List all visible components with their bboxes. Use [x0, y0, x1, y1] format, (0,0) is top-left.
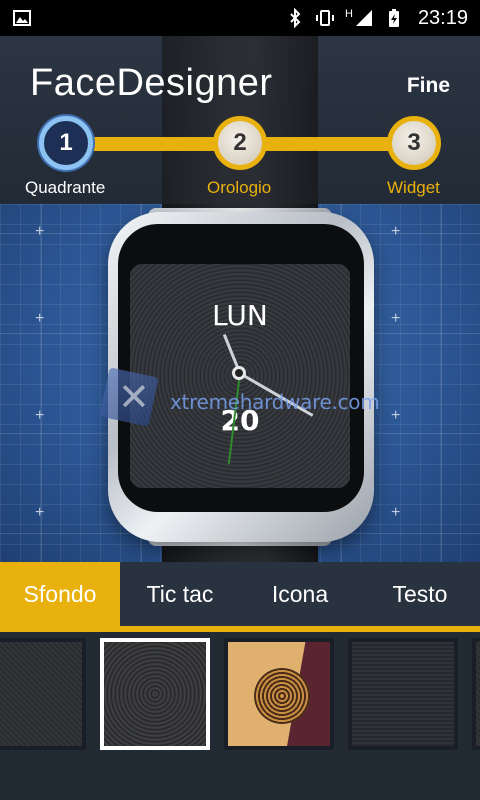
tab-tic-tac[interactable]: Tic tac [120, 562, 240, 626]
vibrate-icon [315, 10, 334, 26]
grid-plus-icon: + [391, 504, 401, 521]
thumbnail-image [104, 642, 206, 746]
grid-plus-icon: + [391, 407, 401, 424]
thumbnail-radial-brushed[interactable] [100, 638, 210, 750]
app-title: FaceDesigner [30, 62, 273, 104]
grid-plus-icon: + [35, 223, 45, 240]
background-picker [0, 632, 480, 800]
grid-plus-icon: + [35, 504, 45, 521]
grid-plus-icon: + [35, 407, 45, 424]
watch-preview: + + + + + + + + LUN 20 ✕ xtremehardware.… [0, 204, 480, 562]
clock: 23:19 [417, 6, 468, 29]
step-1-number: 1 [59, 129, 73, 156]
step-2-label[interactable]: Orologio [207, 178, 271, 198]
signal-indicator: H [345, 8, 374, 28]
thumbnail-dark-texture[interactable] [0, 638, 86, 750]
step-3-number: 3 [407, 129, 421, 156]
watermark-x-icon: ✕ [118, 375, 150, 419]
thumbnail-image [228, 642, 330, 746]
thumbnail-dark-pattern[interactable] [472, 638, 480, 750]
thumbnail-dark-mesh[interactable] [348, 638, 458, 750]
tab-testo[interactable]: Testo [360, 562, 480, 626]
app-header: FaceDesigner Fine 1 2 3 Quadrante Orolog… [0, 36, 480, 204]
watermark-text: xtremehardware.com [170, 390, 380, 414]
step-3-label[interactable]: Widget [387, 178, 440, 198]
thumbnail-image [476, 642, 480, 746]
done-button[interactable]: Fine [407, 74, 450, 98]
step-3-button[interactable]: 3 [387, 116, 441, 170]
step-2-number: 2 [233, 129, 247, 156]
thumbnail-tan-maroon-rings[interactable] [224, 638, 334, 750]
tab-icona[interactable]: Icona [240, 562, 360, 626]
battery-charging-icon [388, 9, 399, 27]
step-2-button[interactable]: 2 [213, 116, 267, 170]
grid-plus-icon: + [391, 310, 401, 327]
thumbnail-image [0, 642, 82, 746]
tab-bar: Sfondo Tic tac Icona Testo [0, 562, 480, 626]
concentric-rings [254, 668, 310, 724]
status-bar: H 23:19 [0, 0, 480, 36]
step-1-button[interactable]: 1 [39, 116, 93, 170]
step-1-label[interactable]: Quadrante [25, 178, 105, 198]
grid-plus-icon: + [391, 223, 401, 240]
face-designer-screen: H 23:19 FaceDesigner Fine 1 2 3 Quadrant… [0, 0, 480, 800]
dial-day-label: LUN [212, 299, 268, 332]
grid-plus-icon: + [35, 310, 45, 327]
watermark: ✕ xtremehardware.com [99, 367, 380, 427]
network-type-label: H [344, 8, 353, 20]
signal-icon [355, 10, 372, 26]
thumbnail-image [352, 642, 454, 746]
tab-sfondo[interactable]: Sfondo [0, 562, 120, 626]
image-icon [13, 10, 31, 26]
bluetooth-icon [290, 8, 301, 28]
